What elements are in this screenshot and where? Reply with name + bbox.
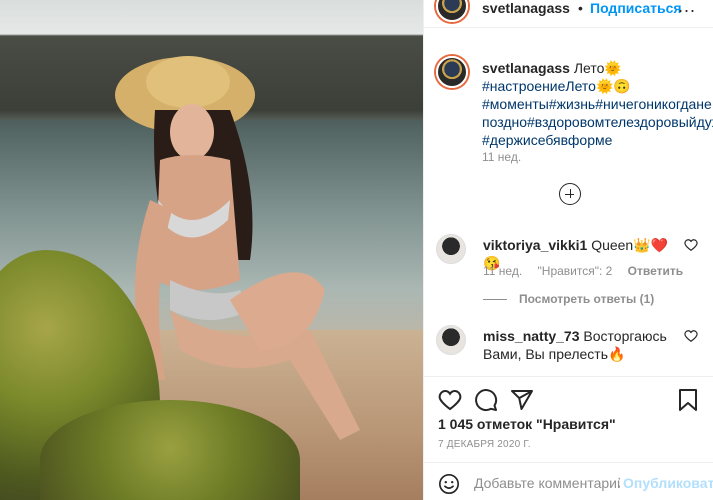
comment-text: miss_natty_73 Восторгаюсь Вами, Вы преле… (483, 327, 683, 363)
caption-hashtags[interactable]: #настроениеЛето🌞🙃 #моменты#жизнь#ничегон… (482, 77, 713, 149)
post-date[interactable]: 7 ДЕКАБРЯ 2020 Г. (438, 439, 531, 450)
more-icon[interactable]: ... (678, 0, 696, 17)
author-avatar[interactable] (436, 0, 468, 22)
commenter-avatar[interactable] (436, 325, 466, 355)
heart-icon[interactable] (438, 388, 462, 412)
comment-username[interactable]: miss_natty_73 (483, 328, 580, 344)
heart-icon[interactable] (684, 329, 698, 343)
comment-input[interactable] (474, 473, 620, 493)
heart-icon[interactable] (684, 238, 698, 252)
share-icon[interactable] (510, 388, 534, 412)
separator-dot: • (578, 0, 583, 16)
caption-text: Лето🌞 (573, 60, 622, 76)
post-comment-button[interactable]: Опубликовать (623, 475, 713, 491)
follow-button[interactable]: Подписаться (590, 0, 682, 16)
comment-time[interactable]: 11 нед. (483, 264, 522, 278)
comment-icon[interactable] (474, 388, 498, 412)
post-header: svetlanagass • Подписаться ... (424, 0, 713, 28)
caption-body: svetlanagass Лето🌞 #настроениеЛето🌞🙃 #мо… (482, 59, 713, 149)
plus-circle-icon[interactable] (559, 183, 581, 205)
commenter-avatar[interactable] (436, 234, 466, 264)
bookmark-icon[interactable] (676, 388, 700, 412)
post-photo[interactable] (0, 0, 423, 500)
author-username[interactable]: svetlanagass (482, 0, 570, 16)
comment-likes[interactable]: "Нравится": 2 (538, 264, 613, 278)
likes-count[interactable]: 1 045 отметок "Нравится" (438, 416, 616, 432)
caption-avatar[interactable] (436, 56, 468, 88)
post-side-panel: svetlanagass • Подписаться ... svetlanag… (423, 0, 713, 500)
reply-button[interactable]: Ответить (628, 264, 683, 278)
caption-username[interactable]: svetlanagass (482, 60, 570, 76)
comment-meta: 11 нед. "Нравится": 2 Ответить (483, 264, 695, 278)
caption-timestamp[interactable]: 11 нед. (482, 150, 521, 164)
comment-username[interactable]: viktoriya_vikki1 (483, 237, 587, 253)
emoji-icon[interactable] (438, 473, 460, 495)
add-comment-form: Опубликовать (424, 462, 713, 500)
view-replies-button[interactable]: Посмотреть ответы (1) (483, 292, 654, 306)
